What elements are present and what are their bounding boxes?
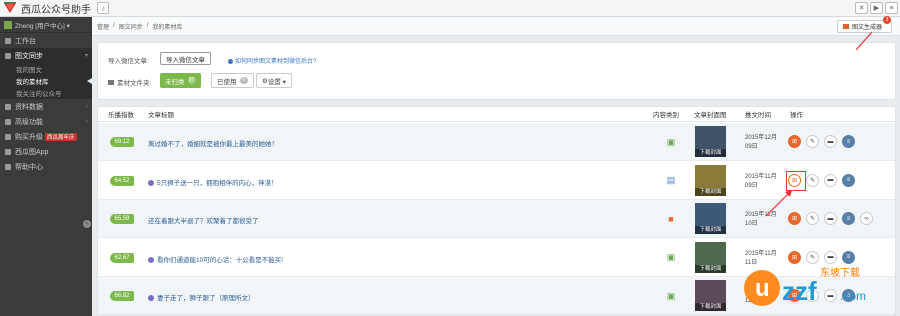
wrench-icon[interactable]: ✎ xyxy=(806,173,819,187)
share-icon[interactable]: ▶ xyxy=(870,2,883,14)
image-icon: ▣ xyxy=(666,290,676,301)
star-icon xyxy=(5,118,11,125)
cart-icon xyxy=(5,133,11,140)
score-badge: 66.82 xyxy=(110,291,134,302)
row-actions: ⊞ ✎ ▬ ≡ ∞ xyxy=(788,212,873,226)
table-row: 65.59 还在着跟大半退了？欢聚着了都很受了 ■ 下载封面 2015年11月 10日 ⊞ ✎… xyxy=(98,200,895,239)
score-badge: 69.12 xyxy=(110,137,134,147)
svg-text:.com: .com xyxy=(840,289,866,303)
article-title-link[interactable]: 还在着跟大半退了？欢聚着了都很受了 xyxy=(148,215,259,225)
app-title: 西瓜公众号助手 xyxy=(21,4,91,16)
score-badge: 62.67 xyxy=(110,252,134,263)
highlight-box xyxy=(786,171,806,191)
sub-item-followed[interactable]: 我关注的公众号 xyxy=(0,87,92,99)
image-icon: ▣ xyxy=(666,136,676,147)
svg-text:u: u xyxy=(755,275,770,302)
article-title-link[interactable]: 5只狮子送一只，拥抱相伴的内心，神湛！ xyxy=(148,177,278,187)
author-dot-icon xyxy=(148,295,154,302)
watermelon-logo-icon xyxy=(4,2,16,13)
list-icon xyxy=(842,24,849,29)
sidebar-item-data[interactable]: 资料数据 ‹ xyxy=(0,99,92,114)
cover-thumbnail[interactable]: 下载封面 xyxy=(695,280,726,312)
publish-date: 2015年12月 09日 xyxy=(745,135,778,150)
title-bar: 西瓜公众号助手 ♪ ✕ ▶ ≡ xyxy=(0,0,900,17)
link-icon[interactable]: ∞ xyxy=(860,212,873,226)
svg-text:东坡下载: 东坡下载 xyxy=(820,266,860,279)
sidebar-item-help[interactable]: 帮助中心 xyxy=(0,159,92,174)
table-header: 乐播指数 文章标题 内容类别 文章封面图 推文时间 操作 xyxy=(98,107,895,122)
folder-used[interactable]: 已使用 0 xyxy=(211,73,254,88)
avatar xyxy=(4,20,12,29)
document-icon: ▤ xyxy=(666,175,676,186)
row-actions: ⊞ ✎ ▬ ≡ xyxy=(788,135,855,148)
sub-item-my-articles[interactable]: 我的图文 xyxy=(0,63,92,75)
bell-icon[interactable]: ♪ xyxy=(97,2,109,14)
folder-icon[interactable]: ▬ xyxy=(824,173,837,187)
image-icon: ▣ xyxy=(666,252,676,263)
data-icon xyxy=(5,103,11,110)
cover-thumbnail[interactable]: 下载封面 xyxy=(695,203,726,235)
sidebar-item-app[interactable]: 西瓜图App xyxy=(0,144,92,159)
import-label: 导入微信文章: xyxy=(108,58,149,65)
article-title-link[interactable]: 看你们通道能10可的心话：十公看是不能买! xyxy=(148,254,283,264)
stack-icon[interactable]: ≡ xyxy=(842,173,855,187)
table-row: 69.12 离过婚不了，婚姻就是被你最上最美的她她！ ▣ 下载封面 2015年12月 09… xyxy=(98,123,895,161)
article-generator-button[interactable]: 图文生成器 3 xyxy=(836,16,892,33)
sidebar-item-workbench[interactable]: 工作台 xyxy=(0,33,92,48)
doc-icon xyxy=(5,52,11,59)
sidebar-item-advanced[interactable]: 高级功能 ‹ xyxy=(0,114,92,129)
folder-uncategorized[interactable]: 未归类 97 xyxy=(160,73,201,88)
table-row: 64.52 5只狮子送一只，拥抱相伴的内心，神湛！ ▤ 下载封面 2015年11月 09日… xyxy=(98,162,895,200)
watermark-logo: u zzf .com 东坡下载 xyxy=(744,266,866,306)
cart-icon[interactable]: ⊞ xyxy=(788,135,801,148)
publish-date: 2015年11月 10日 xyxy=(745,212,777,228)
collapse-sidebar-icon[interactable]: ‹ xyxy=(83,220,91,228)
article-title-link[interactable]: 离过婚不了，婚姻就是被你最上最美的她她！ xyxy=(148,138,278,148)
cart-icon[interactable]: ⊞ xyxy=(788,212,801,226)
svg-text:zzf: zzf xyxy=(782,276,817,306)
author-dot-icon xyxy=(148,179,154,186)
notification-badge: 3 xyxy=(883,16,891,24)
toolbar-panel: 导入微信文章: 导入微信文章 如何同步图文素材到微信后台? 素材文件夹: 未归类… xyxy=(97,42,896,100)
help-link[interactable]: 如何同步图文素材到微信后台? xyxy=(228,56,316,65)
chevron-down-icon: ▾ xyxy=(84,53,88,59)
folder-icon[interactable]: ▬ xyxy=(824,135,837,148)
crumb-sync[interactable]: 图文同步 xyxy=(119,22,143,31)
crumb-current: 我的素材库 xyxy=(152,24,183,31)
settings-dropdown[interactable]: ⚙ 设置 ▾ xyxy=(256,73,292,88)
menu-icon[interactable]: ≡ xyxy=(885,2,898,14)
phone-icon xyxy=(5,148,11,155)
publish-date: 2015年11月 09日 xyxy=(745,173,777,189)
sidebar-item-upgrade[interactable]: 购买升级 西瓜周年庆 xyxy=(0,129,92,144)
cover-thumbnail[interactable]: 下载封面 xyxy=(695,164,726,196)
tools-icon[interactable]: ✕ xyxy=(855,2,868,14)
import-button[interactable]: 导入微信文章 xyxy=(160,52,211,65)
score-badge: 65.59 xyxy=(110,214,134,225)
crumb-manage[interactable]: 管理 xyxy=(97,22,109,31)
sub-item-my-materials[interactable]: 我的素材库 xyxy=(0,75,92,87)
folder-label: 素材文件夹: xyxy=(108,77,151,87)
cover-thumbnail[interactable]: 下载封面 xyxy=(695,241,726,273)
author-dot-icon xyxy=(148,256,154,263)
score-badge: 64.52 xyxy=(110,175,134,186)
article-title-link[interactable]: 妻子走了，狮子跟了（原理所文） xyxy=(148,292,255,302)
sidebar-item-sync[interactable]: 图文同步 ▾ xyxy=(0,48,92,63)
stack-icon[interactable]: ≡ xyxy=(842,135,855,148)
sidebar: Zheng [用户中心] ▾ 工作台 图文同步 ▾ 我的图文 我的素材库 我关注的… xyxy=(0,17,92,316)
stack-icon[interactable]: ≡ xyxy=(842,212,855,226)
user-menu[interactable]: Zheng [用户中心] ▾ xyxy=(0,17,92,33)
wrench-icon[interactable]: ✎ xyxy=(806,212,819,226)
folder-icon[interactable]: ▬ xyxy=(824,212,837,226)
help-icon xyxy=(5,163,11,170)
breadcrumb: 管理 / 图文同步 / 我的素材库 图文生成器 3 xyxy=(92,16,900,36)
wrench-icon[interactable]: ✎ xyxy=(806,135,819,148)
video-icon: ■ xyxy=(668,214,674,225)
home-icon xyxy=(5,37,11,44)
promo-badge: 西瓜周年庆 xyxy=(45,132,77,141)
cover-thumbnail[interactable]: 下载封面 xyxy=(695,126,726,157)
